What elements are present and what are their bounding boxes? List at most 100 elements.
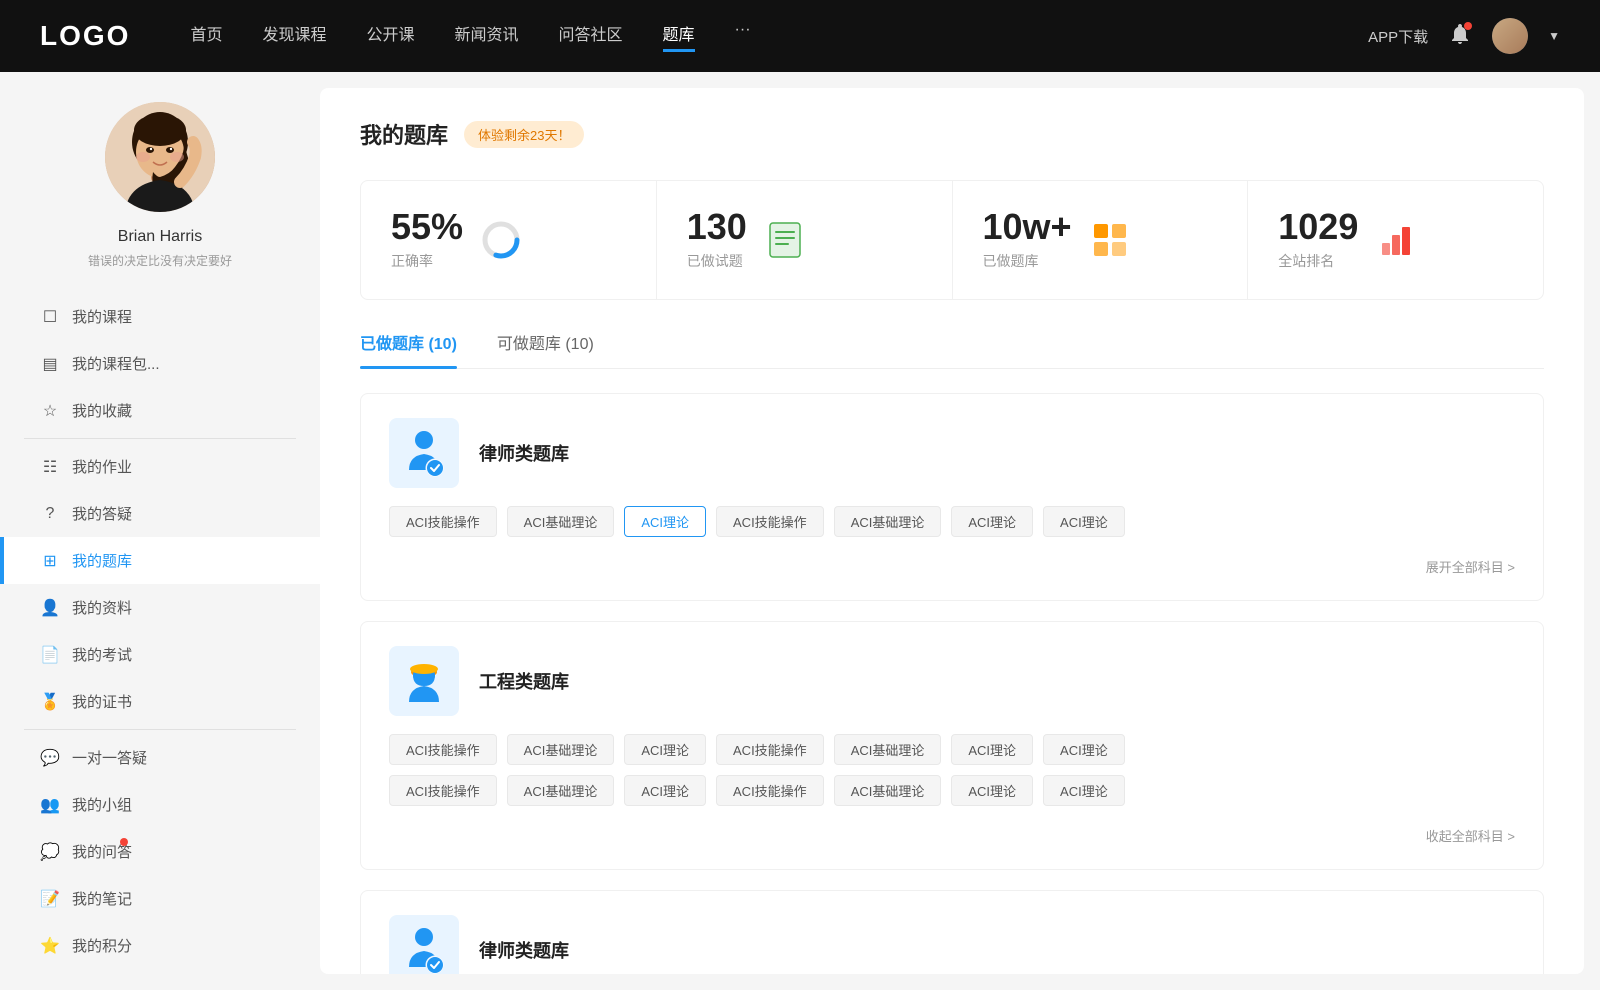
eng-tag-6[interactable]: ACI理论 bbox=[951, 734, 1033, 765]
bank-card-2-icon bbox=[389, 646, 459, 716]
tag-4[interactable]: ACI技能操作 bbox=[716, 506, 824, 537]
eng-tag-5[interactable]: ACI基础理论 bbox=[834, 734, 942, 765]
sidebar-label: 我的积分 bbox=[72, 935, 132, 956]
stat-accuracy-value: 55% bbox=[391, 209, 463, 245]
note-icon: 📝 bbox=[40, 889, 60, 909]
sidebar-item-questions[interactable]: ? 我的答疑 bbox=[0, 490, 320, 537]
stat-rank-label: 全站排名 bbox=[1278, 251, 1358, 271]
sidebar-item-my-qa[interactable]: 💭 我的问答 bbox=[0, 828, 320, 875]
sidebar-item-groups[interactable]: 👥 我的小组 bbox=[0, 781, 320, 828]
chart-icon: ▤ bbox=[40, 354, 60, 374]
stat-questions-done-label: 已做试题 bbox=[687, 251, 747, 271]
stat-questions-done-icon bbox=[763, 218, 807, 262]
sidebar-username: Brian Harris bbox=[118, 228, 202, 246]
stat-banks-done: 10w+ 已做题库 bbox=[953, 181, 1249, 299]
page-header: 我的题库 体验剩余23天！ bbox=[360, 118, 1544, 150]
eng-tag-10[interactable]: ACI理论 bbox=[624, 775, 706, 806]
nav-open-course[interactable]: 公开课 bbox=[366, 21, 414, 52]
nav-right: APP下载 ▼ bbox=[1368, 18, 1560, 54]
sidebar-label: 我的笔记 bbox=[72, 888, 132, 909]
page-title: 我的题库 bbox=[360, 118, 448, 150]
tag-7[interactable]: ACI理论 bbox=[1043, 506, 1125, 537]
eng-tag-4[interactable]: ACI技能操作 bbox=[716, 734, 824, 765]
eng-tag-9[interactable]: ACI基础理论 bbox=[507, 775, 615, 806]
nav-qa[interactable]: 问答社区 bbox=[559, 21, 623, 52]
nav-more[interactable]: ··· bbox=[735, 21, 751, 52]
bank-card-1: 律师类题库 ACI技能操作 ACI基础理论 ACI理论 ACI技能操作 ACI基… bbox=[360, 393, 1544, 601]
sidebar-item-my-courses[interactable]: ☐ 我的课程 bbox=[0, 293, 320, 340]
bank-card-2-collapse[interactable]: 收起全部科目 > bbox=[389, 818, 1515, 845]
star-icon: ☆ bbox=[40, 401, 60, 421]
tag-3-active[interactable]: ACI理论 bbox=[624, 506, 706, 537]
sidebar-item-question-bank[interactable]: ⊞ 我的题库 bbox=[0, 537, 320, 584]
bank-card-3: 律师类题库 ACI技能操作 ACI基础理论 ACI理论 ACI技能操作 ACI基… bbox=[360, 890, 1544, 974]
nav-questions[interactable]: 题库 bbox=[663, 21, 695, 52]
sidebar-item-materials[interactable]: 👤 我的资料 bbox=[0, 584, 320, 631]
bank-card-3-title: 律师类题库 bbox=[479, 937, 569, 963]
nav-news[interactable]: 新闻资讯 bbox=[455, 21, 519, 52]
stat-banks-done-label: 已做题库 bbox=[983, 251, 1072, 271]
eng-tag-11[interactable]: ACI技能操作 bbox=[716, 775, 824, 806]
top-navigation: LOGO 首页 发现课程 公开课 新闻资讯 问答社区 题库 ··· APP下载 … bbox=[0, 0, 1600, 72]
sidebar-label: 我的证书 bbox=[72, 691, 132, 712]
sidebar-label: 我的题库 bbox=[72, 550, 132, 571]
sidebar-item-tutoring[interactable]: 💬 一对一答疑 bbox=[0, 734, 320, 781]
sidebar-item-favorites[interactable]: ☆ 我的收藏 bbox=[0, 387, 320, 434]
eng-tag-3[interactable]: ACI理论 bbox=[624, 734, 706, 765]
tag-6[interactable]: ACI理论 bbox=[951, 506, 1033, 537]
main-content: 我的题库 体验剩余23天！ 55% 正确率 bbox=[320, 88, 1584, 974]
sidebar-item-exams[interactable]: 📄 我的考试 bbox=[0, 631, 320, 678]
bank-card-3-icon bbox=[389, 915, 459, 974]
bank-card-2: 工程类题库 ACI技能操作 ACI基础理论 ACI理论 ACI技能操作 ACI基… bbox=[360, 621, 1544, 870]
eng-tag-2[interactable]: ACI基础理论 bbox=[507, 734, 615, 765]
sidebar-item-homework[interactable]: ☷ 我的作业 bbox=[0, 443, 320, 490]
question-icon: ? bbox=[40, 504, 60, 524]
divider bbox=[24, 438, 296, 439]
list-icon-svg bbox=[766, 221, 804, 259]
engineer-icon-svg bbox=[397, 654, 451, 708]
tab-available[interactable]: 可做题库 (10) bbox=[497, 330, 594, 368]
user-menu-chevron[interactable]: ▼ bbox=[1548, 29, 1560, 43]
stat-banks-done-icon bbox=[1088, 218, 1132, 262]
sidebar-item-notes[interactable]: 📝 我的笔记 bbox=[0, 875, 320, 922]
sidebar-item-course-packages[interactable]: ▤ 我的课程包... bbox=[0, 340, 320, 387]
points-icon: ⭐ bbox=[40, 936, 60, 956]
sidebar-motto: 错误的决定比没有决定要好 bbox=[68, 252, 252, 269]
bank-card-1-expand[interactable]: 展开全部科目 > bbox=[389, 549, 1515, 576]
sidebar-label: 我的考试 bbox=[72, 644, 132, 665]
tag-1[interactable]: ACI技能操作 bbox=[389, 506, 497, 537]
eng-tag-7[interactable]: ACI理论 bbox=[1043, 734, 1125, 765]
notification-bell[interactable] bbox=[1448, 22, 1472, 51]
eng-tag-1[interactable]: ACI技能操作 bbox=[389, 734, 497, 765]
bar-chart-svg bbox=[1377, 221, 1415, 259]
eng-tag-14[interactable]: ACI理论 bbox=[1043, 775, 1125, 806]
sidebar-item-points[interactable]: ⭐ 我的积分 bbox=[0, 922, 320, 969]
sidebar-label: 我的收藏 bbox=[72, 400, 132, 421]
sidebar-item-certificates[interactable]: 🏅 我的证书 bbox=[0, 678, 320, 725]
eng-tag-8[interactable]: ACI技能操作 bbox=[389, 775, 497, 806]
lawyer-icon-2-svg bbox=[397, 923, 451, 974]
sidebar: Brian Harris 错误的决定比没有决定要好 ☐ 我的课程 ▤ 我的课程包… bbox=[0, 72, 320, 990]
stat-accuracy-label: 正确率 bbox=[391, 251, 463, 271]
bank-card-2-header: 工程类题库 bbox=[389, 646, 1515, 716]
stats-row: 55% 正确率 130 已做试题 bbox=[360, 180, 1544, 300]
nav-discover[interactable]: 发现课程 bbox=[262, 21, 326, 52]
sidebar-label: 我的小组 bbox=[72, 794, 132, 815]
paper-icon: 📄 bbox=[40, 645, 60, 665]
doc-icon: ☷ bbox=[40, 457, 60, 477]
tab-done[interactable]: 已做题库 (10) bbox=[360, 330, 457, 368]
tag-2[interactable]: ACI基础理论 bbox=[507, 506, 615, 537]
bank-card-1-header: 律师类题库 bbox=[389, 418, 1515, 488]
app-download-button[interactable]: APP下载 bbox=[1368, 26, 1428, 47]
stat-rank-icon bbox=[1374, 218, 1418, 262]
nav-home[interactable]: 首页 bbox=[190, 21, 222, 52]
sidebar-label: 我的课程包... bbox=[72, 353, 160, 374]
stat-questions-done: 130 已做试题 bbox=[657, 181, 953, 299]
stat-questions-done-text: 130 已做试题 bbox=[687, 209, 747, 271]
lawyer-icon-svg bbox=[397, 426, 451, 480]
eng-tag-12[interactable]: ACI基础理论 bbox=[834, 775, 942, 806]
user-avatar-nav[interactable] bbox=[1492, 18, 1528, 54]
tag-5[interactable]: ACI基础理论 bbox=[834, 506, 942, 537]
bank-card-1-title: 律师类题库 bbox=[479, 440, 569, 466]
eng-tag-13[interactable]: ACI理论 bbox=[951, 775, 1033, 806]
